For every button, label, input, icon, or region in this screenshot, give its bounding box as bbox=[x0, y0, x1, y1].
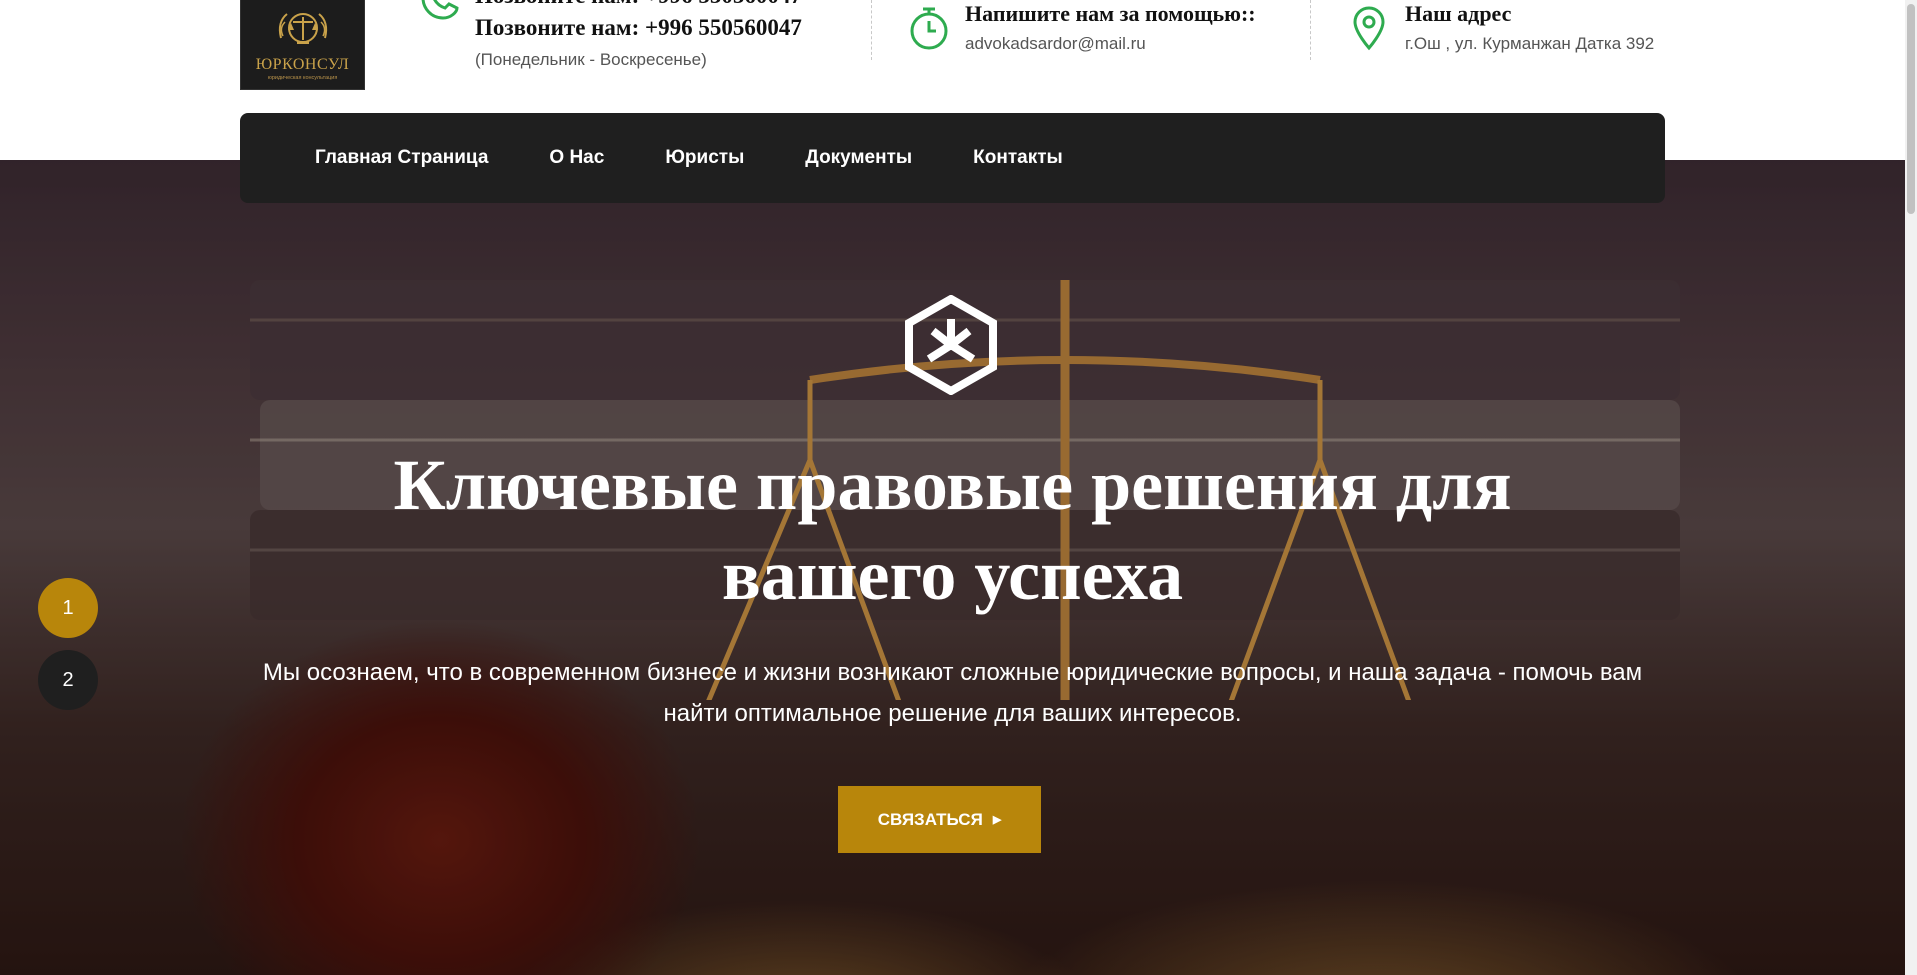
logo-subtitle: юридическая консультация bbox=[267, 75, 338, 81]
hero-title: Ключевые правовые решения для вашего усп… bbox=[393, 445, 1512, 615]
nav-item-about[interactable]: О Нас bbox=[549, 147, 604, 169]
address-title: Наш адрес bbox=[1405, 1, 1512, 26]
scrollbar-thumb[interactable] bbox=[1907, 4, 1915, 214]
scales-emblem-icon bbox=[278, 13, 327, 44]
address-contact: Наш адрес г.Ош , ул. Курманжан Датка 392 bbox=[1345, 0, 1654, 54]
phone-contact: Позвоните нам: +996 550560047 Позвоните … bbox=[415, 0, 802, 70]
nav-item-contacts[interactable]: Контакты bbox=[973, 147, 1063, 169]
scrollbar[interactable] bbox=[1905, 0, 1917, 975]
phone-title-partial[interactable]: Позвоните нам: +996 550560047 bbox=[475, 0, 802, 12]
nav-item-documents[interactable]: Документы bbox=[805, 147, 912, 169]
divider bbox=[1310, 0, 1311, 60]
phone-icon bbox=[421, 0, 459, 20]
logo-name: ЮРКОНСУЛ bbox=[255, 56, 350, 73]
email-link[interactable]: advokadsardor@mail.ru bbox=[965, 34, 1256, 54]
divider bbox=[871, 0, 872, 60]
email-contact: Напишите нам за помощью:: advokadsardor@… bbox=[905, 0, 1256, 54]
address-value: г.Ош , ул. Курманжан Датка 392 bbox=[1405, 34, 1655, 53]
email-title: Напишите нам за помощью:: bbox=[965, 1, 1256, 26]
caret-right-icon: ▶ bbox=[992, 814, 1002, 826]
slide-dot-1[interactable]: 1 bbox=[38, 578, 98, 638]
contact-button[interactable]: СВЯЗАТЬСЯ ▶ bbox=[838, 786, 1041, 853]
site-logo[interactable]: ЮРКОНСУЛ юридическая консультация bbox=[240, 0, 365, 90]
main-nav: Главная Страница О Нас Юристы Документы … bbox=[240, 113, 1665, 203]
phone-title[interactable]: Позвоните нам: +996 550560047 bbox=[475, 12, 802, 44]
hero-description: Мы осознаем, что в современном бизнесе и… bbox=[262, 659, 1643, 727]
slide-dot-2[interactable]: 2 bbox=[38, 650, 98, 710]
nav-item-lawyers[interactable]: Юристы bbox=[665, 147, 744, 169]
knot-logo-icon bbox=[905, 295, 997, 395]
location-pin-icon bbox=[1353, 6, 1385, 51]
phone-hours: (Понедельник - Воскресенье) bbox=[475, 50, 707, 69]
stopwatch-icon bbox=[910, 7, 948, 50]
nav-item-home[interactable]: Главная Страница bbox=[315, 147, 488, 169]
contact-button-label: СВЯЗАТЬСЯ bbox=[877, 809, 983, 829]
